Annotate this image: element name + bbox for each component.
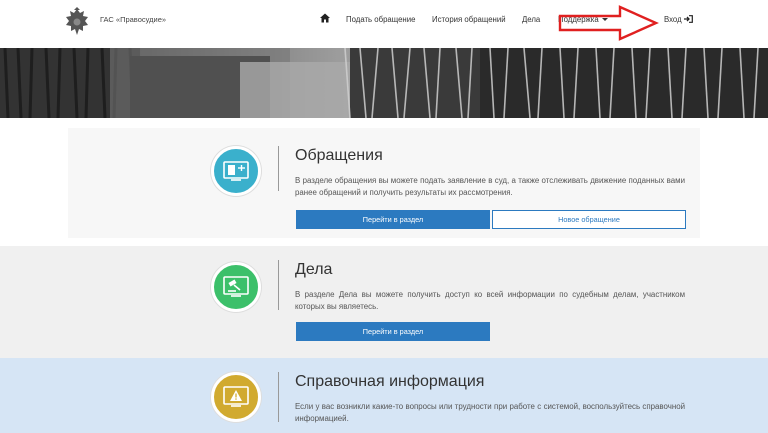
login-icon [683, 15, 693, 23]
coat-of-arms-logo[interactable] [62, 7, 92, 39]
brand-name[interactable]: ГАС «Правосудие» [100, 15, 166, 24]
cases-title: Дела [295, 261, 333, 278]
nav-cases[interactable]: Дела [522, 15, 540, 24]
red-annotation-arrow [558, 5, 659, 41]
hero-banner-image [0, 48, 768, 118]
warning-screen-icon [223, 386, 249, 407]
top-navbar: ГАС «Правосудие» Подать обращение Истори… [0, 0, 768, 48]
nav-login[interactable]: Вход [664, 15, 693, 24]
appeals-go-button[interactable]: Перейти в раздел [296, 210, 490, 229]
new-appeal-button[interactable]: Новое обращение [492, 210, 686, 229]
help-section: Справочная информация Если у вас возникл… [0, 358, 768, 433]
cases-go-button[interactable]: Перейти в раздел [296, 322, 490, 341]
nav-login-label: Вход [664, 15, 682, 24]
section-divider [278, 260, 279, 310]
section-divider [278, 146, 279, 191]
nav-appeal-history[interactable]: История обращений [432, 15, 506, 24]
document-screen-icon [223, 161, 249, 181]
cases-circle [211, 262, 261, 312]
home-icon[interactable] [320, 13, 330, 23]
nav-submit-appeal[interactable]: Подать обращение [346, 15, 415, 24]
help-description: Если у вас возникли какие-то вопросы или… [295, 402, 685, 423]
section-divider [278, 372, 279, 422]
appeals-title: Обращения [295, 147, 383, 164]
gavel-screen-icon [223, 276, 249, 297]
help-circle [211, 372, 261, 422]
cases-description: В разделе Дела вы можете получить доступ… [295, 290, 685, 311]
appeals-circle [211, 146, 261, 196]
appeals-description: В разделе обращения вы можете подать зая… [295, 176, 685, 197]
appeals-section: Обращения В разделе обращения вы можете … [0, 118, 768, 246]
cases-section: Дела В разделе Дела вы можете получить д… [0, 246, 768, 358]
help-title: Справочная информация [295, 373, 485, 390]
